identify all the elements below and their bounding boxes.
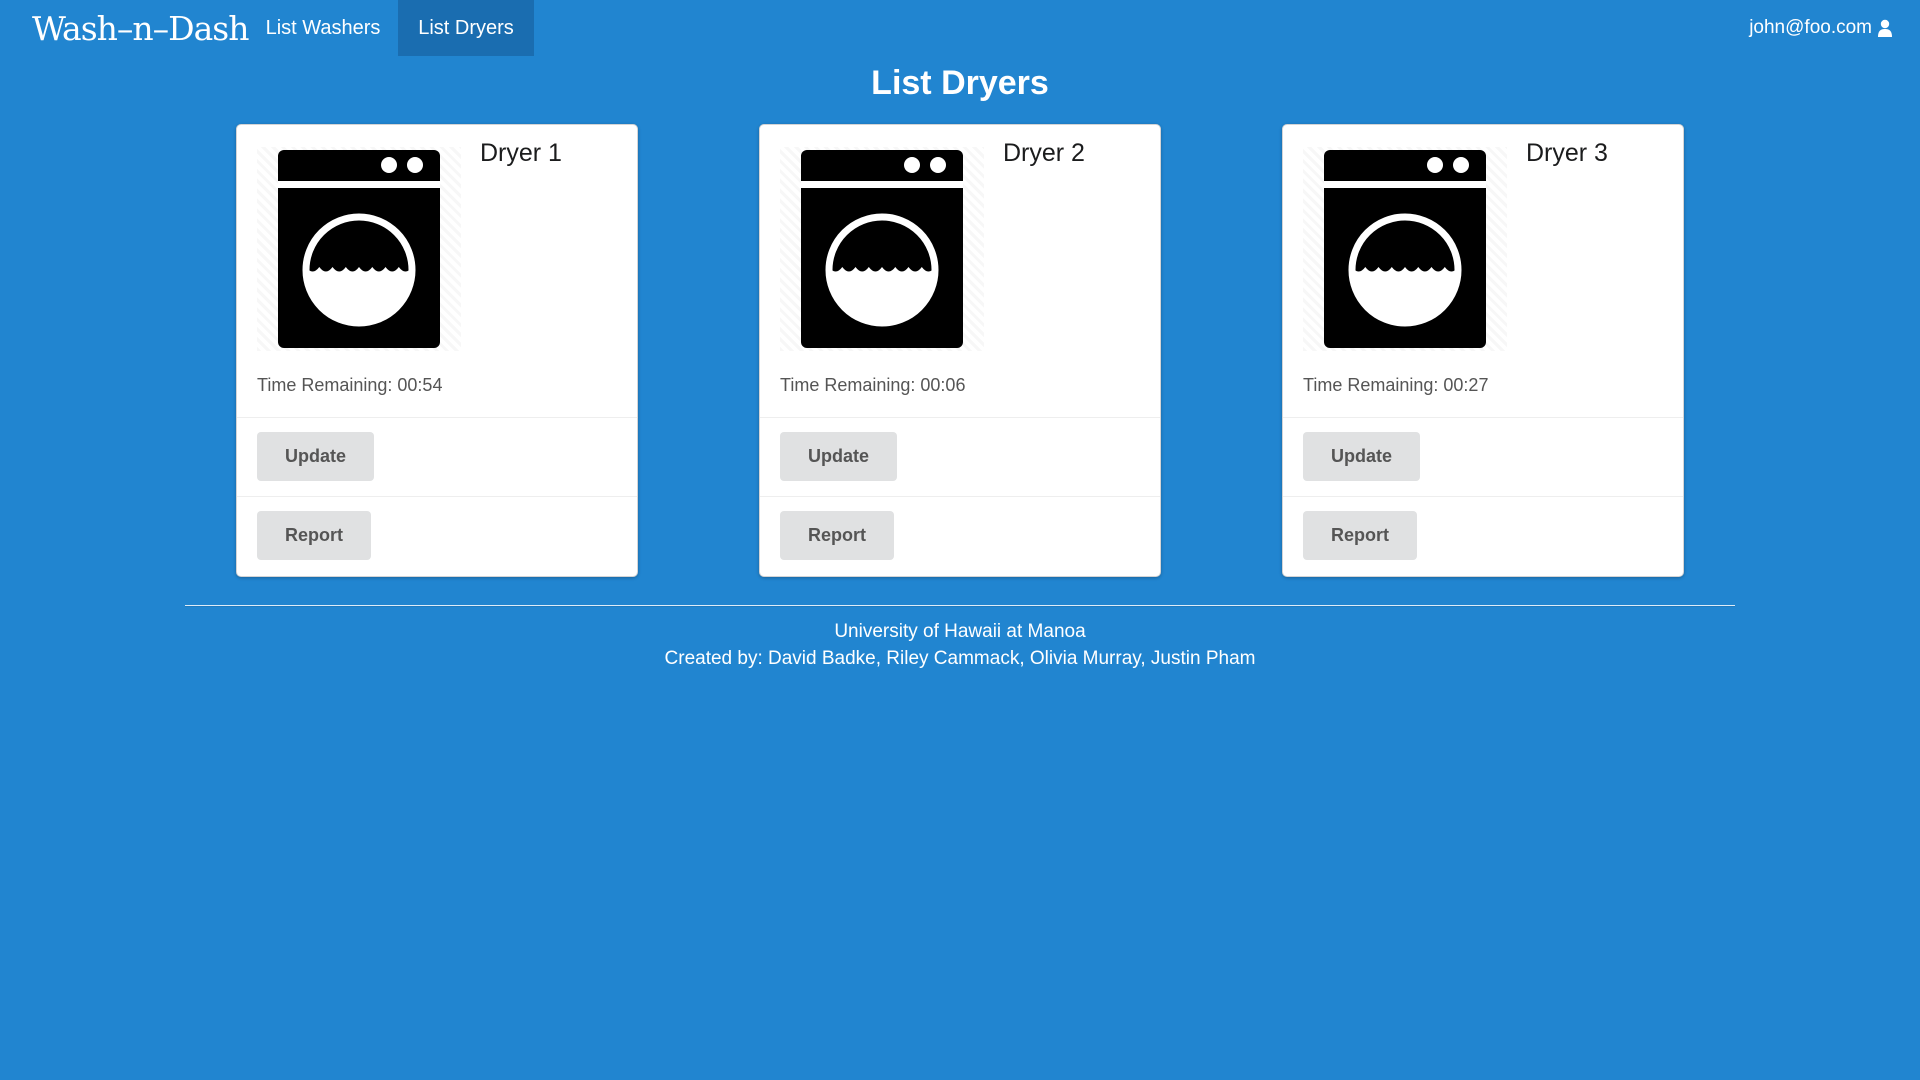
report-button[interactable]: Report — [257, 511, 371, 560]
nav-item-list-washers[interactable]: List Washers — [248, 0, 398, 56]
card-content: Dryer 1 Time Remaining: 00:54 — [237, 125, 637, 418]
time-remaining: Time Remaining: 00:54 — [257, 375, 442, 396]
card-update-row: Update — [760, 418, 1160, 497]
dryer-machine-icon — [257, 147, 461, 351]
dryer-card: Dryer 2 Time Remaining: 00:06 Update Rep… — [759, 124, 1161, 577]
card-content: Dryer 3 Time Remaining: 00:27 — [1283, 125, 1683, 418]
card-report-row: Report — [237, 497, 637, 576]
nav-item-list-dryers[interactable]: List Dryers — [398, 0, 534, 56]
dryer-machine-icon — [1303, 147, 1507, 351]
footer-university: University of Hawaii at Manoa — [834, 621, 1086, 642]
user-icon — [1878, 19, 1892, 37]
time-remaining-label: Time Remaining: — [257, 375, 393, 395]
time-remaining-value: 00:06 — [920, 375, 966, 395]
footer-credits: Created by: David Badke, Riley Cammack, … — [664, 648, 1256, 669]
card-report-row: Report — [760, 497, 1160, 576]
time-remaining-label: Time Remaining: — [1303, 375, 1439, 395]
footer: University of Hawaii at Manoa Created by… — [0, 618, 1920, 672]
user-menu[interactable]: john@foo.com — [1749, 0, 1892, 56]
dryer-name: Dryer 1 — [480, 139, 562, 167]
dryer-name: Dryer 2 — [1003, 139, 1085, 167]
dryer-card: Dryer 3 Time Remaining: 00:27 Update Rep… — [1282, 124, 1684, 577]
update-button[interactable]: Update — [1303, 432, 1421, 481]
card-update-row: Update — [1283, 418, 1683, 497]
report-button[interactable]: Report — [780, 511, 894, 560]
app-logo[interactable]: Wash–n–Dash — [32, 4, 249, 52]
page-title: List Dryers — [871, 64, 1049, 102]
card-update-row: Update — [237, 418, 637, 497]
update-button[interactable]: Update — [257, 432, 375, 481]
top-menu: Wash–n–Dash List Washers List Dryers joh… — [0, 0, 1920, 56]
update-button[interactable]: Update — [780, 432, 898, 481]
dryer-card: Dryer 1 Time Remaining: 00:54 Update Rep… — [236, 124, 638, 577]
time-remaining: Time Remaining: 00:27 — [1303, 375, 1488, 396]
time-remaining: Time Remaining: 00:06 — [780, 375, 965, 396]
dryer-name: Dryer 3 — [1526, 139, 1608, 167]
time-remaining-value: 00:54 — [397, 375, 443, 395]
card-content: Dryer 2 Time Remaining: 00:06 — [760, 125, 1160, 418]
time-remaining-label: Time Remaining: — [780, 375, 916, 395]
report-button[interactable]: Report — [1303, 511, 1417, 560]
footer-divider — [185, 605, 1735, 607]
card-report-row: Report — [1283, 497, 1683, 576]
dryer-machine-icon — [780, 147, 984, 351]
user-email: john@foo.com — [1749, 17, 1872, 38]
time-remaining-value: 00:27 — [1443, 375, 1489, 395]
